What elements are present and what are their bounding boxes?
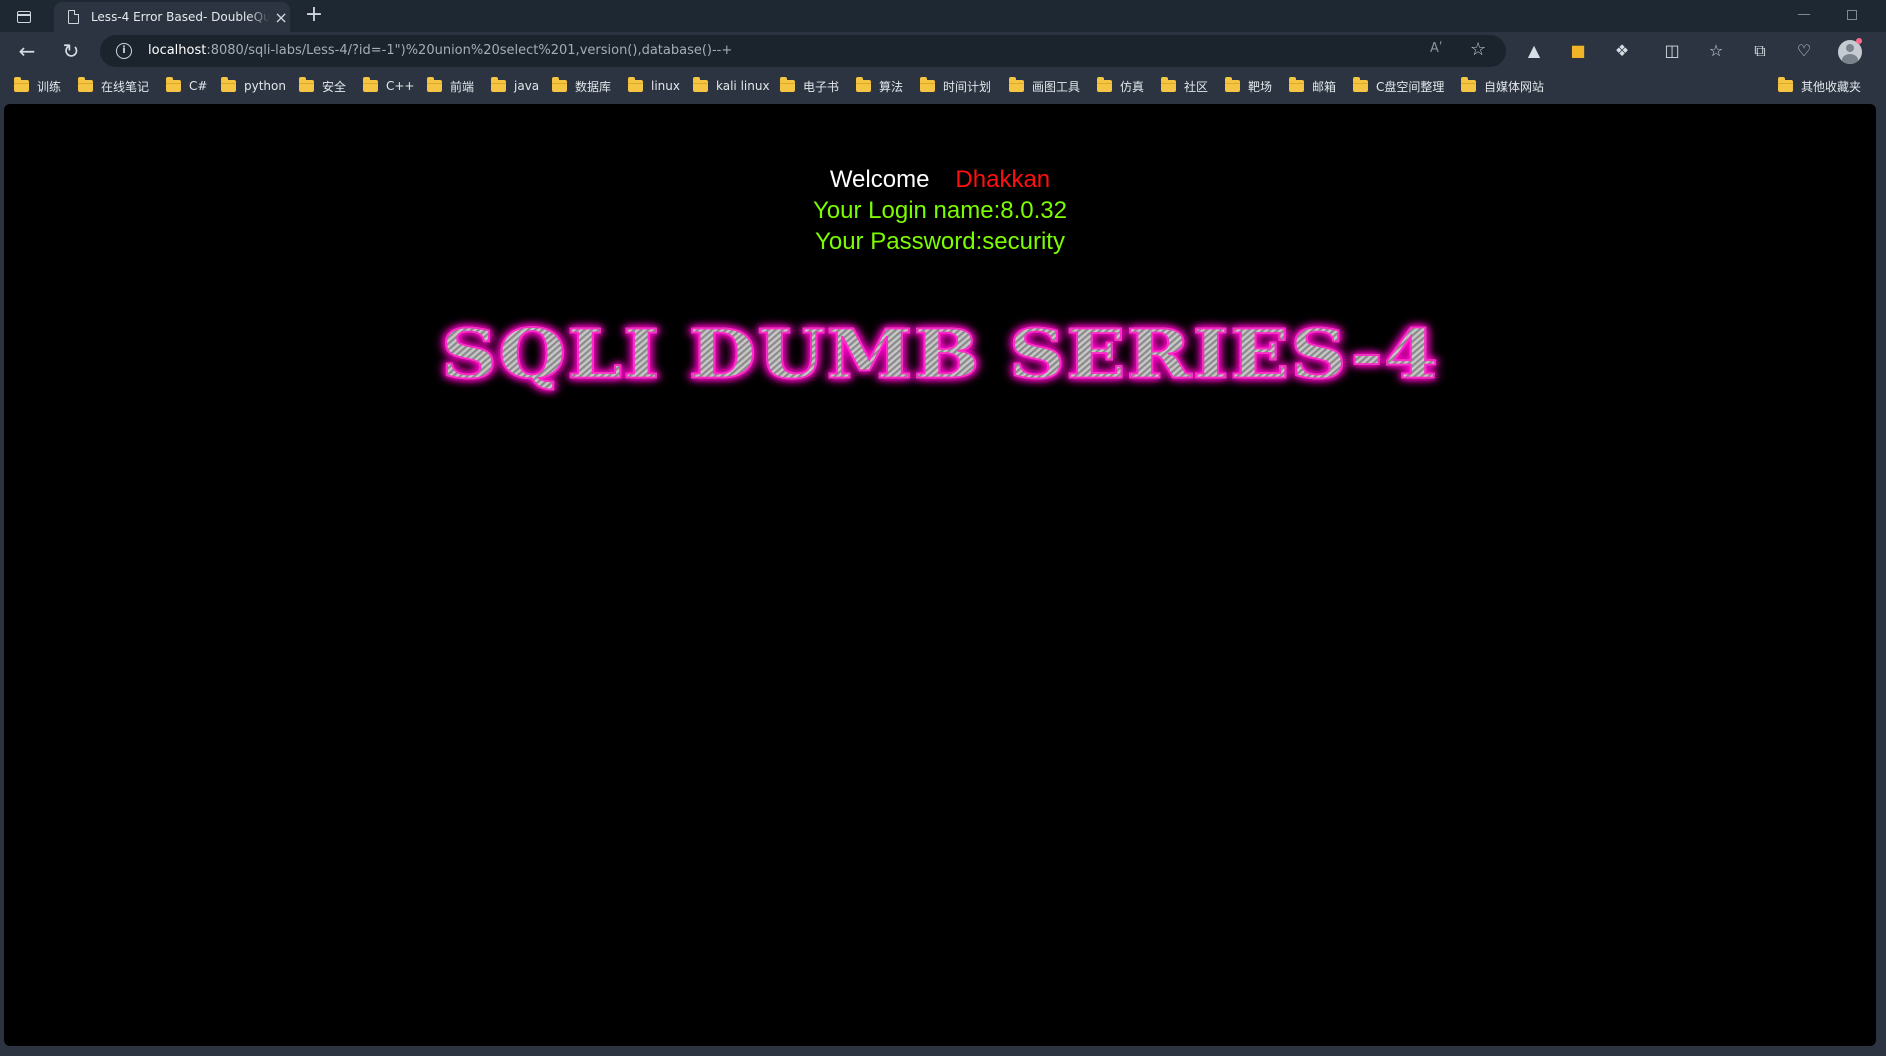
favorites-icon[interactable]: ☆ xyxy=(1704,39,1728,63)
notification-dot xyxy=(1856,38,1862,44)
bookmark-folder[interactable]: C盘空间整理 xyxy=(1353,77,1444,95)
folder-icon xyxy=(491,77,506,92)
folder-icon xyxy=(1009,77,1024,92)
bookmark-folder[interactable]: linux xyxy=(628,77,680,95)
folder-icon xyxy=(693,77,708,92)
bookmark-folder[interactable]: 数据库 xyxy=(552,77,611,95)
folder-icon xyxy=(780,77,795,92)
back-arrow-icon[interactable]: ← xyxy=(12,36,42,66)
collections-icon[interactable]: ⧉ xyxy=(1748,39,1772,63)
extension-icon[interactable]: ▲ xyxy=(1522,39,1546,63)
split-screen-icon[interactable]: ◫ xyxy=(1660,39,1684,63)
info-icon[interactable]: i xyxy=(116,43,132,59)
minimize-icon[interactable] xyxy=(1798,14,1810,15)
other-bookmarks-folder[interactable]: 其他收藏夹 xyxy=(1778,77,1861,95)
bookmarks-bar: 训练 在线笔记 C# python 安全 C++ 前端 java 数据库 lin… xyxy=(0,70,1886,102)
folder-icon xyxy=(299,77,314,92)
refresh-icon[interactable]: ↻ xyxy=(56,36,86,66)
folder-icon xyxy=(856,77,871,92)
tab-close-icon[interactable]: × xyxy=(272,8,290,27)
url-host: localhost xyxy=(148,43,207,58)
folder-icon xyxy=(920,77,935,92)
folder-icon xyxy=(78,77,93,92)
folder-icon xyxy=(628,77,643,92)
welcome-text: Welcome xyxy=(829,166,930,193)
folder-icon xyxy=(1225,77,1240,92)
bookmark-folder[interactable]: 安全 xyxy=(299,77,346,95)
folder-icon xyxy=(1289,77,1304,92)
folder-icon xyxy=(1097,77,1112,92)
bookmark-folder[interactable]: 仿真 xyxy=(1097,77,1144,95)
bookmark-folder[interactable]: 前端 xyxy=(427,77,474,95)
url-text[interactable]: localhost:8080/sqli-labs/Less-4/?id=-1")… xyxy=(148,43,732,58)
bookmark-folder[interactable]: 训练 xyxy=(14,77,61,95)
bookmark-folder[interactable]: 自媒体网站 xyxy=(1461,77,1544,95)
series-banner: SQLI DUMB SERIES-4 xyxy=(440,315,1440,395)
navigation-bar: ← ↻ i localhost:8080/sqli-labs/Less-4/?i… xyxy=(0,32,1886,70)
new-tab-button[interactable]: + xyxy=(302,4,326,28)
tab-strip: Less-4 Error Based- DoubleQuotes- String… xyxy=(0,0,1886,32)
folder-icon xyxy=(427,77,442,92)
bookmark-folder[interactable]: 时间计划 xyxy=(920,77,991,95)
folder-icon xyxy=(1461,77,1476,92)
bookmark-folder[interactable]: kali linux xyxy=(693,77,770,95)
restore-icon[interactable] xyxy=(1847,10,1857,20)
bookmark-extension-icon[interactable]: ■ xyxy=(1566,39,1590,63)
address-bar[interactable]: i localhost:8080/sqli-labs/Less-4/?id=-1… xyxy=(100,35,1506,67)
bookmark-folder[interactable]: python xyxy=(221,77,286,95)
tab-actions-icon xyxy=(17,11,31,23)
folder-icon xyxy=(221,77,236,92)
bookmark-folder[interactable]: 算法 xyxy=(856,77,903,95)
puzzle-icon[interactable]: ❖ xyxy=(1610,39,1634,63)
bookmark-folder[interactable]: 社区 xyxy=(1161,77,1208,95)
page-icon xyxy=(68,10,79,24)
password-result: Your Password:security xyxy=(815,228,1065,255)
login-name-result: Your Login name:8.0.32 xyxy=(813,197,1067,224)
page-viewport: Welcome Dhakkan Your Login name:8.0.32 Yo… xyxy=(4,104,1876,1046)
tab-actions-button[interactable] xyxy=(10,6,38,28)
folder-icon xyxy=(166,77,181,92)
bookmark-folder[interactable]: C++ xyxy=(363,77,415,95)
bookmark-folder[interactable]: 邮箱 xyxy=(1289,77,1336,95)
banner-container: SQLI DUMB SERIES-4 xyxy=(4,309,1876,400)
performance-icon[interactable]: ♡ xyxy=(1792,39,1816,63)
bookmark-folder[interactable]: 电子书 xyxy=(780,77,839,95)
bookmark-folder[interactable]: java xyxy=(491,77,539,95)
folder-icon xyxy=(1778,77,1793,92)
bookmark-folder[interactable]: C# xyxy=(166,77,207,95)
folder-icon xyxy=(1353,77,1368,92)
read-aloud-icon[interactable]: Aʹ xyxy=(1430,41,1443,56)
user-name: Dhakkan xyxy=(955,166,1051,193)
welcome-line: Welcome Dhakkan xyxy=(4,166,1876,194)
folder-icon xyxy=(14,77,29,92)
browser-tab[interactable]: Less-4 Error Based- DoubleQuotes- String… xyxy=(54,2,290,32)
tab-title: Less-4 Error Based- DoubleQuotes- String xyxy=(90,10,271,24)
star-icon[interactable]: ☆ xyxy=(1470,39,1486,60)
bookmark-folder[interactable]: 靶场 xyxy=(1225,77,1272,95)
folder-icon xyxy=(363,77,378,92)
url-path: :8080/sqli-labs/Less-4/?id=-1")%20union%… xyxy=(206,43,733,58)
bookmark-folder[interactable]: 在线笔记 xyxy=(78,77,149,95)
folder-icon xyxy=(552,77,567,92)
folder-icon xyxy=(1161,77,1176,92)
bookmark-folder[interactable]: 画图工具 xyxy=(1009,77,1080,95)
